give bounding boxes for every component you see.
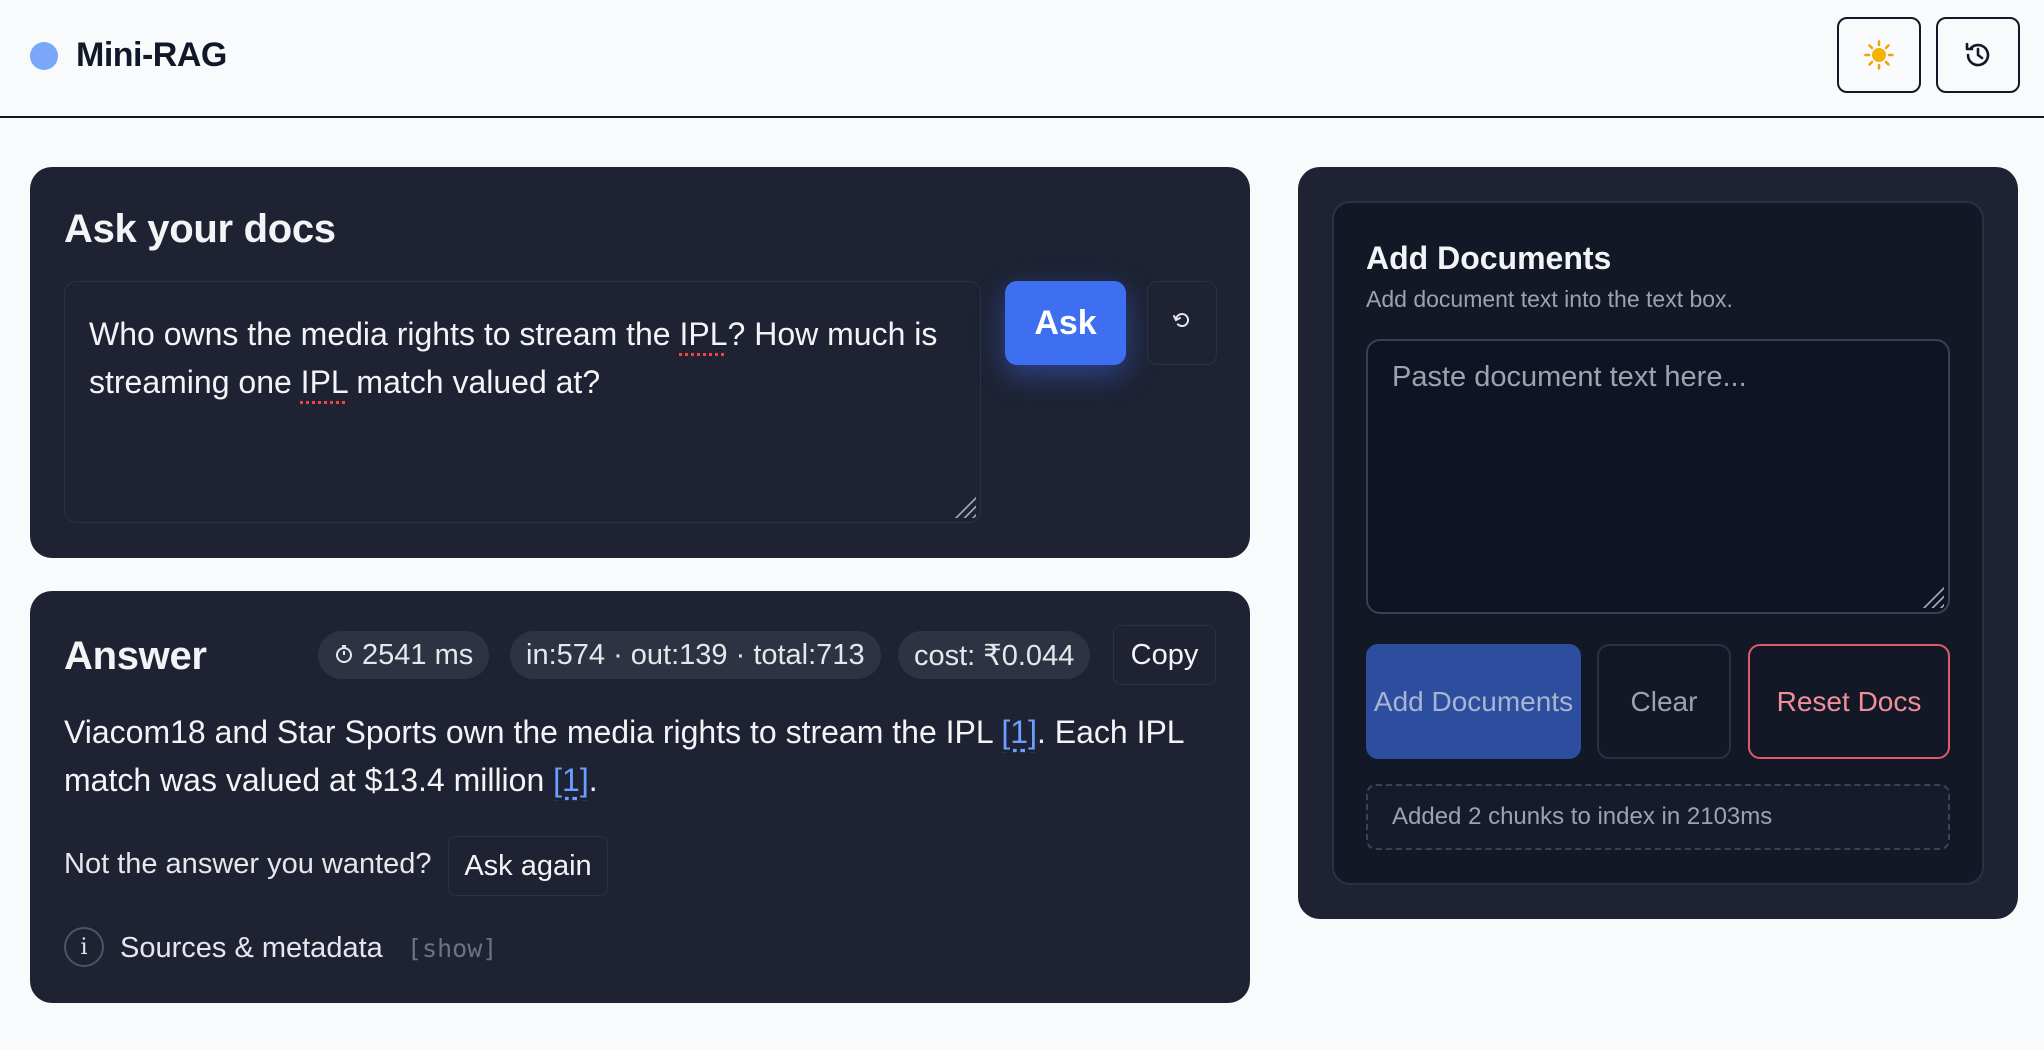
clear-button[interactable]: Clear: [1597, 644, 1731, 759]
citation-link[interactable]: [1]: [553, 762, 589, 798]
feedback-label: Not the answer you wanted?: [64, 848, 432, 880]
question-text: Who owns the media rights to stream the: [89, 316, 680, 352]
spellcheck-word: IPL: [300, 364, 348, 400]
history-icon: [1963, 40, 1993, 70]
cost-badge: cost: ₹0.044: [898, 631, 1091, 679]
docs-title: Add Documents: [1366, 240, 1612, 276]
reset-icon: [1171, 309, 1193, 338]
spellcheck-word: IPL: [679, 316, 728, 352]
timer-icon: [334, 639, 354, 672]
ask-button[interactable]: Ask: [1005, 281, 1126, 365]
latency-value: 2541 ms: [362, 638, 474, 671]
resize-handle[interactable]: [954, 496, 976, 518]
index-status: Added 2 chunks to index in 2103ms: [1366, 784, 1950, 850]
token-usage-badge: in:574 · out:139 · total:713: [510, 631, 881, 679]
top-bar: Mini-RAG: [0, 0, 2044, 118]
ask-again-button[interactable]: Ask again: [448, 836, 608, 896]
answer-fragment: .: [588, 762, 598, 798]
reset-docs-button[interactable]: Reset Docs: [1748, 644, 1950, 759]
copy-button[interactable]: Copy: [1113, 625, 1216, 685]
sources-show-toggle[interactable]: [show]: [407, 934, 497, 963]
reset-question-button[interactable]: [1147, 281, 1217, 365]
info-icon: i: [64, 927, 104, 967]
answer-text: Viacom18 and Star Sports own the media r…: [64, 708, 1224, 804]
answer-title: Answer: [64, 634, 207, 678]
ask-card: Ask your docs Who owns the media rights …: [30, 167, 1250, 558]
brand-dot-icon: [30, 41, 58, 70]
citation-link[interactable]: [1]: [1001, 714, 1037, 750]
question-input[interactable]: Who owns the media rights to stream the …: [64, 281, 981, 523]
sources-label[interactable]: Sources & metadata: [120, 932, 383, 965]
add-documents-button[interactable]: Add Documents: [1366, 644, 1581, 759]
history-button[interactable]: [1936, 17, 2020, 93]
sun-icon: [1864, 40, 1894, 70]
question-text: match valued at?: [347, 364, 601, 400]
ask-title: Ask your docs: [64, 207, 336, 251]
answer-fragment: Viacom18 and Star Sports own the media r…: [64, 714, 1002, 750]
document-placeholder: Paste document text here...: [1392, 361, 1747, 393]
brand: Mini-RAG: [30, 36, 227, 75]
app-title: Mini-RAG: [76, 36, 227, 74]
resize-handle[interactable]: [1922, 586, 1944, 608]
theme-toggle-button[interactable]: [1837, 17, 1921, 93]
latency-badge: 2541 ms: [318, 631, 490, 679]
document-text-input[interactable]: Paste document text here...: [1366, 339, 1950, 614]
docs-subtitle: Add document text into the text box.: [1366, 286, 1733, 312]
